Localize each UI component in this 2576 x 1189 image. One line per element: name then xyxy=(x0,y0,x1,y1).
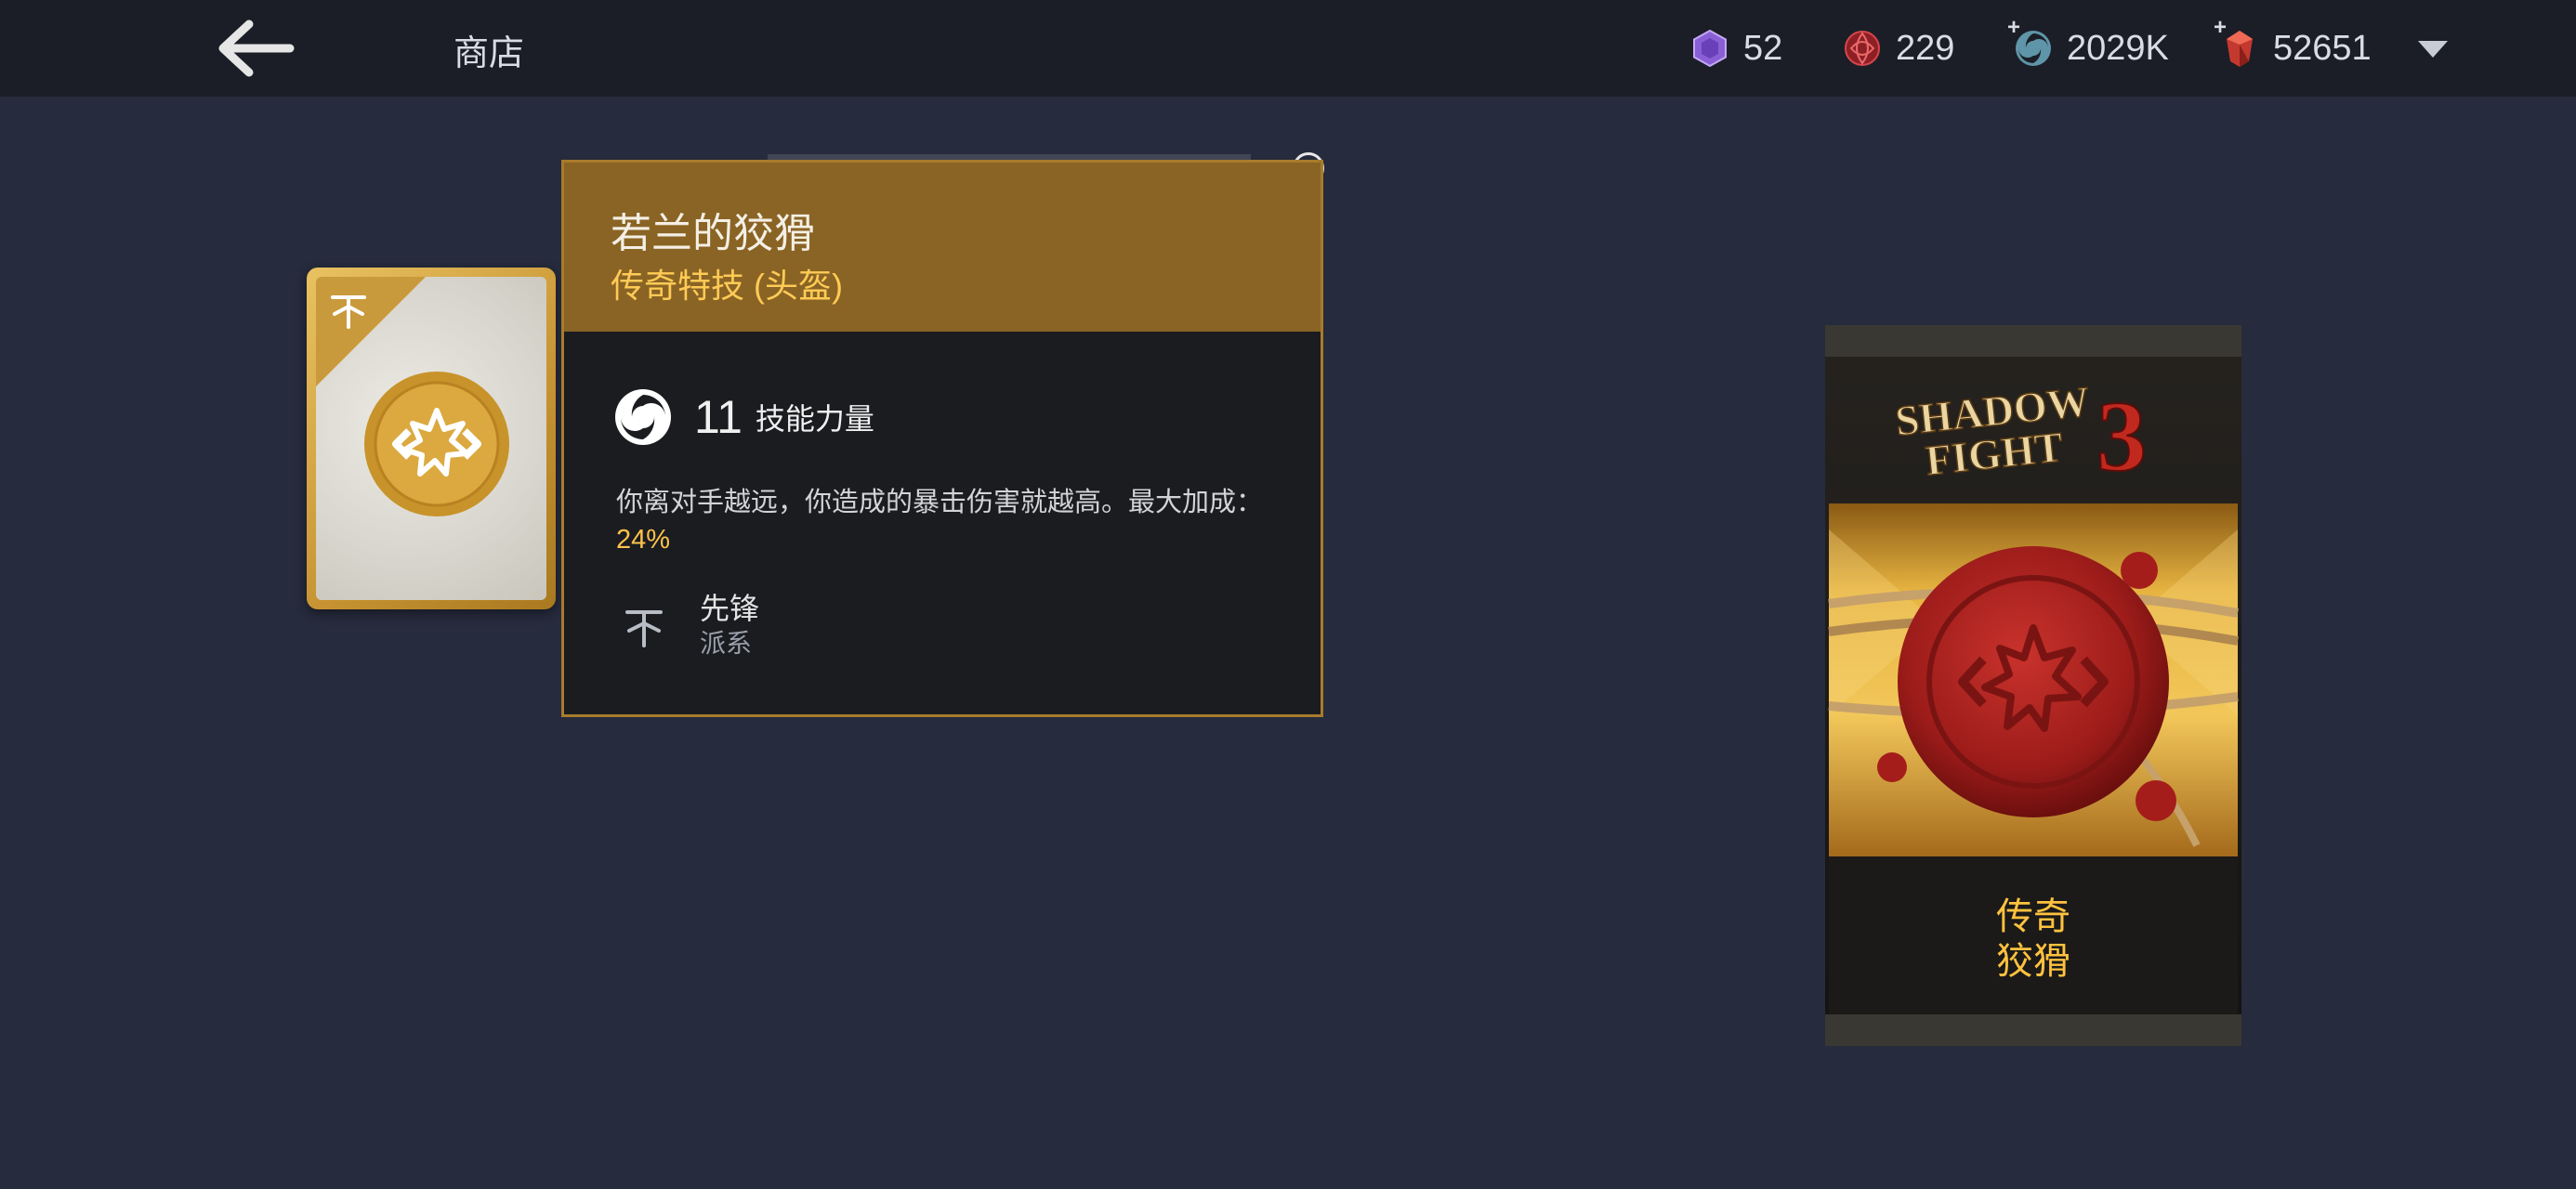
currency-rubies-value: 52651 xyxy=(2273,28,2372,68)
page-title: 商店 xyxy=(453,34,525,73)
perk-card[interactable] xyxy=(307,268,556,609)
add-coins-icon[interactable]: + xyxy=(2007,15,2020,41)
faction-text: 先锋 派系 xyxy=(700,590,759,660)
skill-power-value: 11 xyxy=(694,391,743,443)
chevron-down-icon xyxy=(2418,41,2448,58)
perk-description-value: 24% xyxy=(616,525,671,555)
faction-name: 先锋 xyxy=(700,592,760,625)
popup-header: 若兰的狡猾 传奇特技 (头盔) xyxy=(564,163,1321,332)
perk-info-popup: 若兰的狡猾 传奇特技 (头盔) 11 技能力量 你离对手越远，你造成的暴击伤害就… xyxy=(561,160,1323,717)
currency-coins-value: 2029K xyxy=(2067,28,2169,68)
perk-title: 若兰的狡猾 xyxy=(611,211,815,256)
perk-description: 你离对手越远，你造成的暴击伤害就越高。最大加成： 24% xyxy=(616,484,1267,558)
add-rubies-icon[interactable]: + xyxy=(2214,15,2227,41)
hexagon-gem-icon xyxy=(1693,29,1727,68)
currency-rubies[interactable]: + 52651 xyxy=(2214,15,2372,80)
vanguard-faction-icon xyxy=(625,610,663,647)
legendary-perk-emblem-icon xyxy=(364,372,509,516)
currency-orbs-value: 229 xyxy=(1896,28,1955,68)
top-bar: 商店 52 229 + 2029K + 52651 xyxy=(0,0,2576,97)
currency-gems[interactable]: 52 xyxy=(1689,17,1782,80)
legendary-pack[interactable]: SHADOW FIGHT 3 传奇 狡猾 xyxy=(1825,325,2241,1046)
currency-orbs[interactable]: 229 xyxy=(1842,17,1954,80)
perk-card-face xyxy=(316,277,546,600)
faction-row: 先锋 派系 xyxy=(616,590,759,660)
currency-gems-value: 52 xyxy=(1743,28,1783,68)
vanguard-faction-icon xyxy=(331,295,366,329)
arrow-left-icon xyxy=(218,20,295,77)
back-button[interactable] xyxy=(212,17,296,80)
currency-coins[interactable]: + 2029K xyxy=(2007,15,2169,80)
svg-text:3: 3 xyxy=(2096,382,2147,492)
perk-subtitle: 传奇特技 (头盔) xyxy=(611,267,843,305)
skill-power-row: 11 技能力量 xyxy=(612,384,874,451)
dropdown-toggle[interactable] xyxy=(2414,35,2451,61)
perk-description-text: 你离对手越远，你造成的暴击伤害就越高。最大加成： xyxy=(616,488,1264,517)
orb-icon xyxy=(1845,31,1880,66)
skill-power-icon xyxy=(615,389,671,445)
skill-power-label: 技能力量 xyxy=(755,402,874,436)
faction-label: 派系 xyxy=(700,629,753,658)
pack-name-label: 狡猾 xyxy=(1996,941,2070,982)
